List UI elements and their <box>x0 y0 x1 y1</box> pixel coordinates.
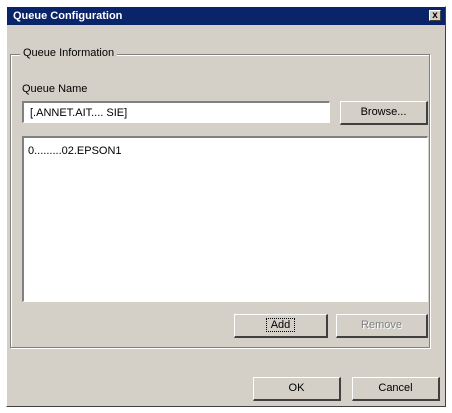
queue-list[interactable]: 0.........02.EPSON1 <box>22 136 428 302</box>
add-button[interactable]: Add <box>234 314 328 338</box>
group-legend: Queue Information <box>20 46 118 60</box>
queue-name-input[interactable]: [.ANNET.AIT.... SIE] <box>22 101 330 123</box>
title-bar[interactable]: Queue Configuration x <box>7 7 445 25</box>
cancel-button-label: Cancel <box>378 382 413 394</box>
close-icon[interactable]: x <box>429 10 441 21</box>
browse-button-label: Browse... <box>360 106 407 118</box>
remove-button[interactable]: Remove <box>336 314 428 338</box>
list-item[interactable]: 0.........02.EPSON1 <box>28 144 122 158</box>
cancel-button[interactable]: Cancel <box>352 377 440 401</box>
queue-name-label: Queue Name <box>22 83 88 95</box>
window-title: Queue Configuration <box>13 10 123 22</box>
remove-button-label: Remove <box>361 319 402 331</box>
ok-button-label: OK <box>288 382 305 394</box>
ok-button[interactable]: OK <box>253 377 341 401</box>
browse-button[interactable]: Browse... <box>340 101 428 125</box>
add-button-label: Add <box>265 318 296 332</box>
